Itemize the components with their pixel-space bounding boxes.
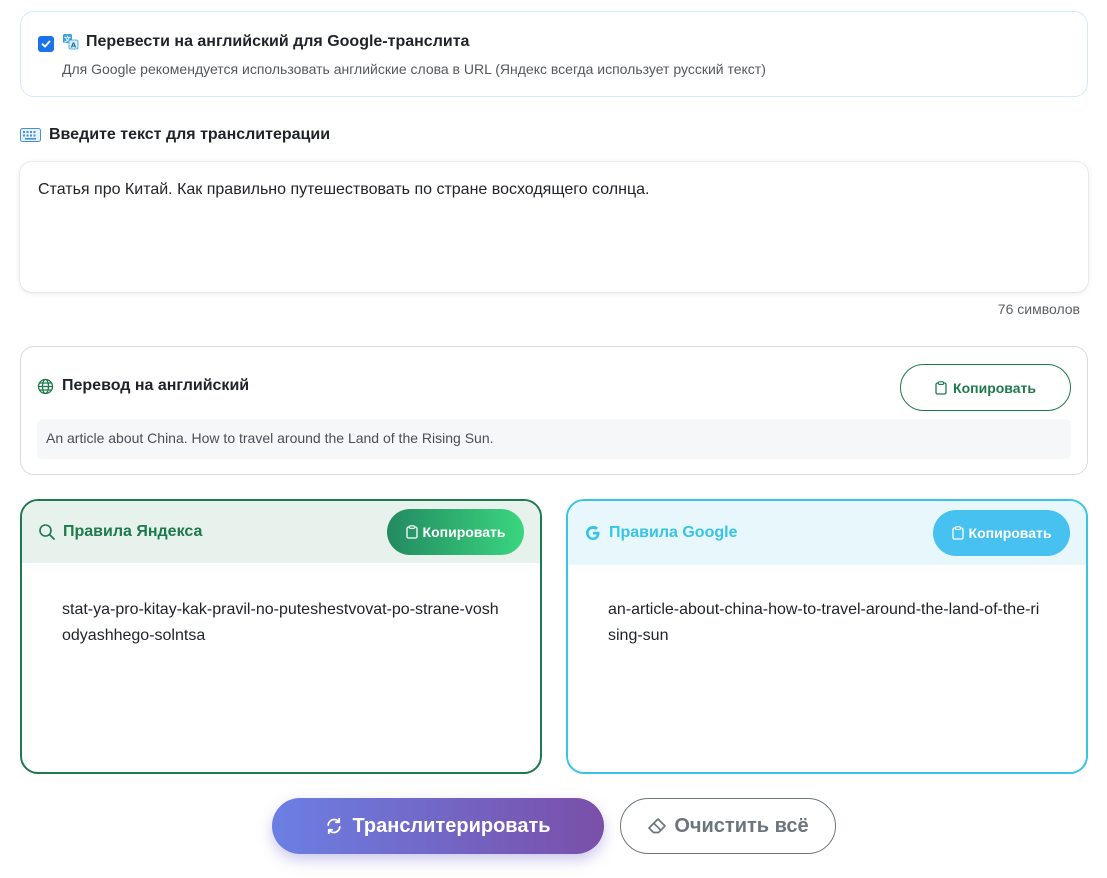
copy-yandex-button[interactable]: Копировать (387, 509, 524, 555)
clear-all-button[interactable]: Очистить всё (620, 798, 836, 854)
yandex-panel-header: Правила Яндекса Копировать (22, 501, 540, 563)
clipboard-icon (951, 526, 964, 540)
google-panel-title: Правила Google (609, 524, 738, 541)
clear-all-label: Очистить всё (674, 814, 809, 837)
clipboard-icon (935, 380, 947, 395)
keyboard-icon (20, 128, 41, 142)
eraser-icon (648, 818, 667, 834)
google-g-icon (586, 526, 600, 540)
input-header: Введите текст для транслитерации (20, 126, 330, 144)
check-icon (41, 40, 51, 48)
yandex-panel: Правила Яндекса Копировать stat-ya-pro-k… (20, 499, 542, 774)
translation-card: Перевод на английский Копировать An arti… (20, 346, 1088, 475)
character-count: 76 символов (997, 301, 1080, 317)
translate-option-description: Для Google рекомендуется использовать ан… (62, 61, 766, 77)
translation-output: An article about China. How to travel ar… (37, 419, 1071, 459)
google-panel: Правила Google Копировать an-article-abo… (566, 499, 1088, 774)
svg-text:A: A (71, 42, 77, 50)
copy-translation-label: Копировать (953, 379, 1036, 396)
translate-option-title: Перевести на английский для Google-транс… (86, 33, 470, 50)
google-result: an-article-about-china-how-to-travel-aro… (608, 601, 1040, 644)
copy-yandex-label: Копировать (422, 524, 506, 540)
google-panel-header: Правила Google Копировать (568, 501, 1086, 565)
copy-google-button[interactable]: Копировать (933, 510, 1070, 556)
transliterate-button[interactable]: Транслитерировать (272, 798, 604, 854)
copy-translation-button[interactable]: Копировать (900, 364, 1071, 411)
translation-title: Перевод на английский (62, 377, 250, 394)
translate-checkbox[interactable] (38, 36, 54, 52)
transliterate-label: Транслитерировать (352, 814, 551, 837)
yandex-result: stat-ya-pro-kitay-kak-pravil-no-puteshes… (62, 601, 499, 644)
yandex-panel-title: Правила Яндекса (63, 523, 203, 540)
search-icon (39, 524, 55, 540)
copy-google-label: Копировать (968, 525, 1052, 541)
globe-icon (37, 378, 54, 395)
translate-icon: 文 A (63, 34, 79, 50)
translate-option-card: 文 A Перевести на английский для Google-т… (20, 11, 1088, 97)
clipboard-icon (405, 525, 418, 539)
refresh-icon (327, 817, 342, 835)
source-text-input[interactable]: Статья про Китай. Как правильно путешест… (20, 162, 1088, 292)
input-title: Введите текст для транслитерации (49, 126, 331, 143)
